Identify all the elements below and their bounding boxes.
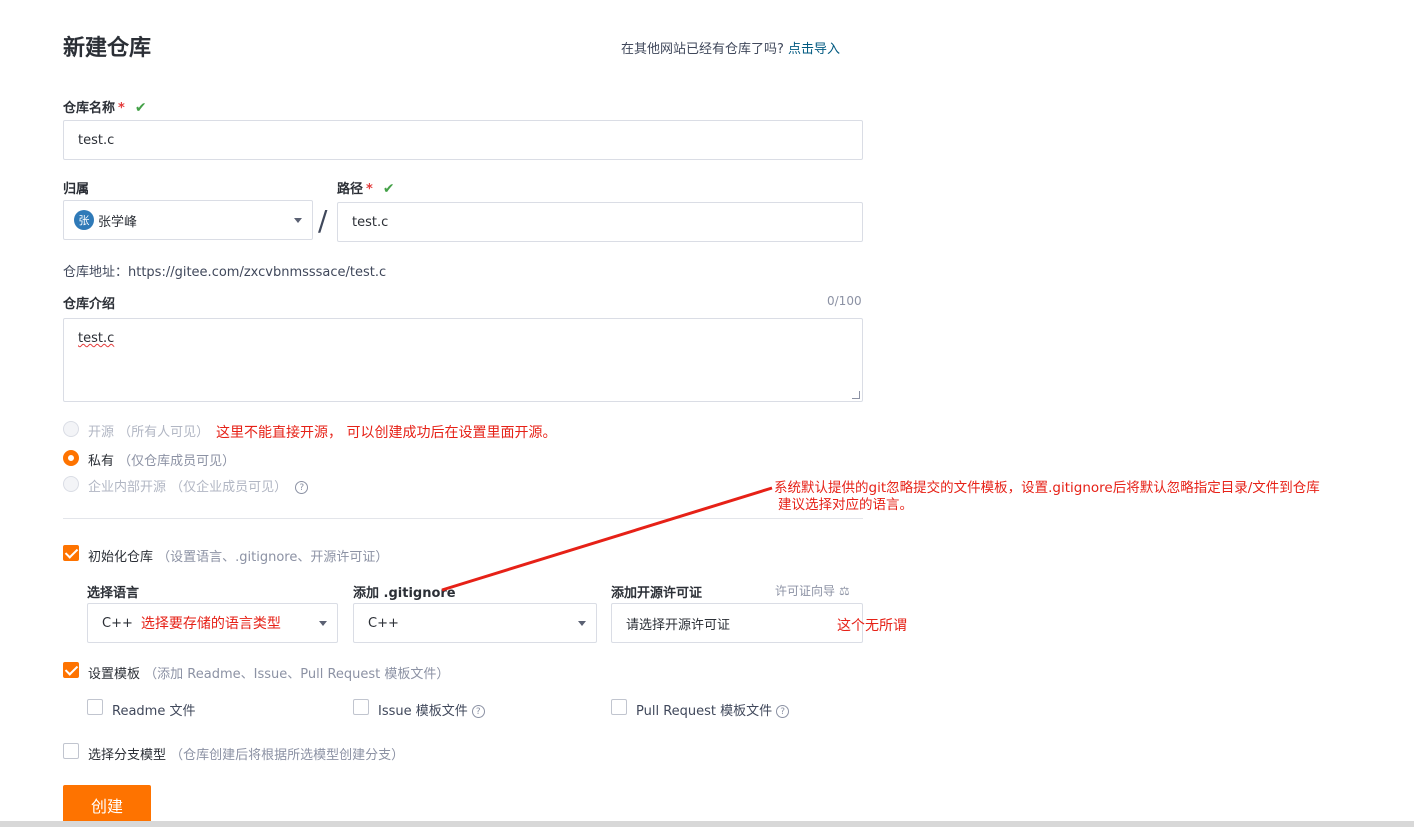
- annotation-arrow: [441, 486, 773, 592]
- annotation-arrow-line: [441, 486, 773, 592]
- horizontal-scrollbar[interactable]: [0, 821, 1414, 827]
